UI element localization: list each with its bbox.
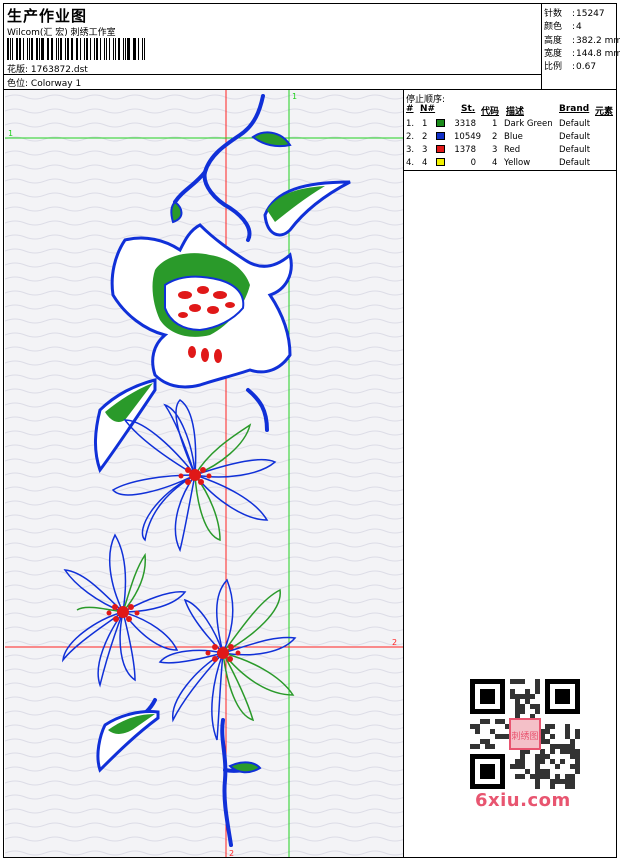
barcode-bar xyxy=(143,38,146,60)
barcode-bar xyxy=(112,38,114,60)
barcode-bar xyxy=(83,38,86,60)
barcode-bar xyxy=(9,38,11,60)
col-header-stitches: St. xyxy=(461,104,476,114)
col-header-index: # xyxy=(406,104,414,114)
design-preview: 1 1 2 2 xyxy=(5,90,404,857)
barcode-bar xyxy=(48,38,50,60)
color-swatch xyxy=(436,158,445,166)
barcode-bar xyxy=(51,38,53,60)
guide-label-v1: 1 xyxy=(292,92,297,101)
barcode xyxy=(7,38,147,60)
barcode-bar xyxy=(86,38,89,60)
stat-width: 宽度:144.8 mm xyxy=(544,49,620,59)
design-file-line: 花版: 1763872.dst xyxy=(7,62,88,75)
guide-label-v2: 2 xyxy=(229,849,234,857)
barcode-bar xyxy=(23,38,24,60)
barcode-bar xyxy=(134,38,136,60)
col-header-needle: N# xyxy=(420,104,436,114)
barcode-bar xyxy=(7,38,9,60)
barcode-bar xyxy=(90,38,91,60)
color-swatch xyxy=(436,132,445,140)
barcode-bar xyxy=(60,38,62,60)
colorway-line: 色位: Colorway 1 xyxy=(7,76,81,89)
barcode-bar xyxy=(31,38,33,60)
barcode-bar xyxy=(38,38,40,60)
barcode-bar xyxy=(26,38,28,60)
barcode-bar xyxy=(46,38,48,60)
barcode-bar xyxy=(127,38,130,60)
barcode-bar xyxy=(124,38,126,60)
barcode-bar xyxy=(109,38,110,60)
barcode-bar xyxy=(99,38,101,60)
design-file-value: 1763872.dst xyxy=(30,65,88,75)
colorway-label: 色位: xyxy=(7,79,29,89)
barcode-bar xyxy=(75,38,77,60)
barcode-bar xyxy=(28,38,30,60)
color-swatch xyxy=(436,145,445,153)
barcode-bar xyxy=(141,38,143,60)
guide-label-h2: 2 xyxy=(392,638,397,647)
design-stats: 针数:15247 颜色:4 高度:382.2 mm 宽度:144.8 mm 比例… xyxy=(541,4,620,89)
stop-sequence-panel: 停止顺序: # N# St. 代码 描述 Brand 元素 1. 1 3318 … xyxy=(404,90,616,171)
colorway-value: Colorway 1 xyxy=(30,79,82,89)
barcode-bar xyxy=(95,38,98,60)
barcode-bar xyxy=(35,38,38,60)
col-header-brand: Brand xyxy=(559,104,590,114)
barcode-bar xyxy=(55,38,57,60)
barcode-bar xyxy=(138,38,139,60)
qr-code: 刺绣图 xyxy=(470,679,580,789)
barcode-bar xyxy=(71,38,73,60)
col-header-element: 元素 xyxy=(595,107,614,117)
stat-height: 高度:382.2 mm xyxy=(544,36,620,46)
barcode-bar xyxy=(132,38,134,60)
watermark-logo: 6xiu.com xyxy=(475,790,571,811)
embroidery-design: 1 1 2 2 xyxy=(5,90,403,857)
stat-stitches: 针数:15247 xyxy=(544,9,605,19)
barcode-bar xyxy=(93,38,95,60)
col-header-desc: 描述 xyxy=(506,107,525,117)
stat-scale: 比例:0.67 xyxy=(544,62,597,72)
stat-colors: 颜色:4 xyxy=(544,22,582,32)
col-header-code: 代码 xyxy=(481,107,500,117)
barcode-bar xyxy=(105,38,108,60)
barcode-bar xyxy=(12,38,14,60)
barcode-bar xyxy=(103,38,105,60)
color-swatch xyxy=(436,119,445,127)
barcode-bar xyxy=(57,38,59,60)
barcode-bar xyxy=(18,38,22,60)
qr-label: 刺绣图 xyxy=(511,730,538,742)
barcode-bar xyxy=(77,38,79,60)
fabric-texture xyxy=(5,90,403,857)
barcode-bar xyxy=(16,38,18,60)
design-file-label: 花版: xyxy=(7,65,29,75)
guide-label-h1: 1 xyxy=(8,129,13,138)
barcode-bar xyxy=(66,38,69,60)
company-name: Wilcom(汇 宏) 刺绣工作室 xyxy=(7,28,116,38)
page-title: 生产作业图 xyxy=(7,7,88,25)
barcode-bar xyxy=(64,38,66,60)
barcode-bar xyxy=(41,38,44,60)
barcode-bar xyxy=(80,38,81,60)
worksheet-header: 生产作业图 Wilcom(汇 宏) 刺绣工作室 花版: 1763872.dst … xyxy=(4,4,620,90)
barcode-bar xyxy=(118,38,120,60)
barcode-bar xyxy=(114,38,117,60)
barcode-bar xyxy=(122,38,124,60)
